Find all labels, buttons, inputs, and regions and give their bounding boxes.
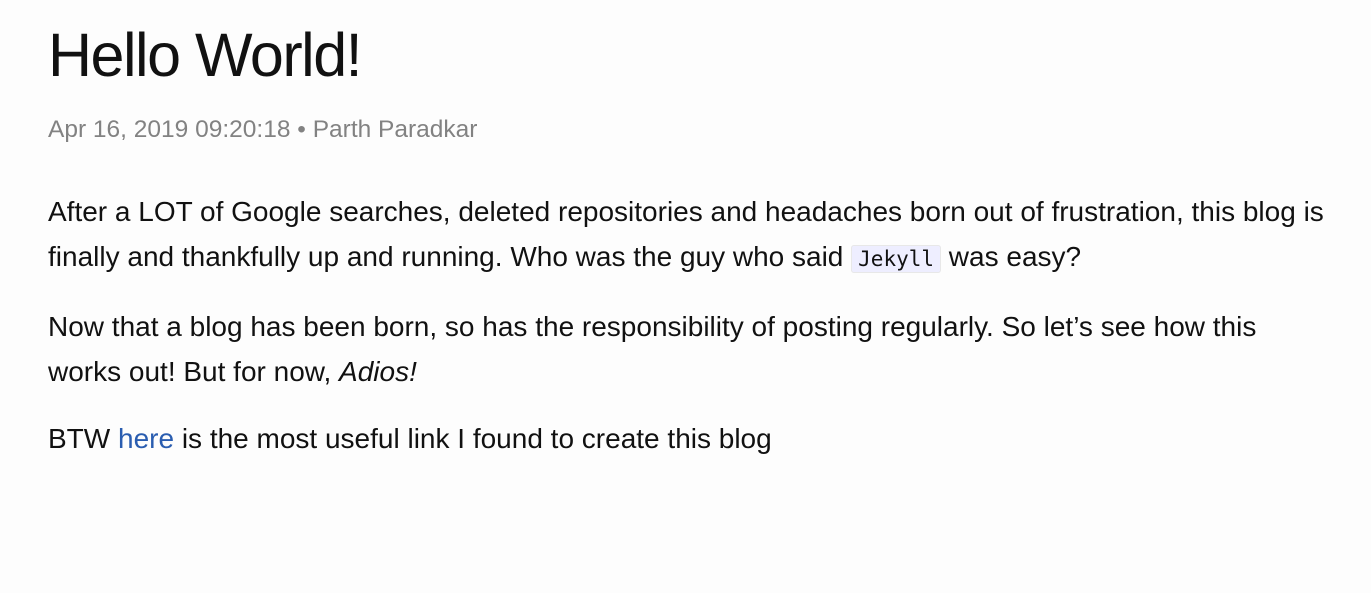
post-date: Apr 16, 2019 09:20:18 [48, 116, 291, 143]
paragraph-outro-text: Now that a blog has been born, so has th… [48, 311, 1257, 388]
paragraph-link-prefix: BTW [48, 423, 118, 455]
post-title: Hello World! [48, 21, 363, 89]
paragraph-intro-end: was easy? [941, 241, 1082, 273]
paragraph-intro: After a LOT of Google searches, deleted … [48, 189, 1328, 282]
post-meta: Apr 16, 2019 09:20:18 • Parth Paradkar [48, 115, 1328, 144]
paragraph-intro-text: After a LOT of Google searches, deleted … [48, 196, 1324, 273]
paragraph-outro: Now that a blog has been born, so has th… [48, 304, 1328, 394]
meta-separator: • [290, 116, 313, 143]
useful-link[interactable]: here [118, 423, 174, 454]
blog-post: Hello World! Apr 16, 2019 09:20:18 • Par… [48, 0, 1328, 483]
paragraph-link-suffix: is the most useful link I found to creat… [174, 423, 772, 455]
post-content: After a LOT of Google searches, deleted … [48, 189, 1328, 461]
emphasis-adios: Adios! [339, 356, 417, 388]
paragraph-link: BTW here is the most useful link I found… [48, 416, 1328, 461]
post-author: Parth Paradkar [312, 116, 478, 143]
inline-code-jekyll: Jekyll [851, 245, 942, 274]
